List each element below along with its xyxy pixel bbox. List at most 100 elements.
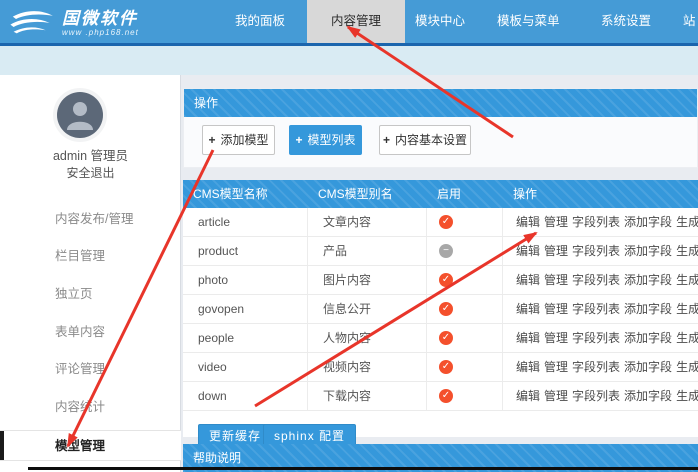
brand-logo[interactable]: 国微软件 www .php168.net [8,4,208,42]
cell-enabled: ✓ [427,266,503,294]
action-link-2[interactable]: 管理 [544,360,568,374]
op-button-3[interactable]: +内容基本设置 [379,125,471,155]
action-link-4[interactable]: 添加字段 [624,389,672,403]
action-link-3[interactable]: 字段列表 [572,215,620,229]
action-link-3[interactable]: 字段列表 [572,331,620,345]
action-link-4[interactable]: 添加字段 [624,360,672,374]
column-header-1: CMS模型名称 [183,180,308,208]
cell-actions: 编辑管理字段列表添加字段生成模板导出 [503,295,698,323]
sidebar-item-4[interactable]: 表单内容 [55,321,105,340]
action-link-2[interactable]: 管理 [544,302,568,316]
table-row: video视频内容✓编辑管理字段列表添加字段生成模板导出 [183,353,698,382]
table-row: down下载内容 ✓ 编辑管理字段列表添加字段生成模板导出 [183,382,698,411]
cell-model-name: down [183,382,308,410]
cell-enabled: − [427,237,503,265]
action-link-5[interactable]: 生成模板 [676,244,698,258]
disabled-minus-icon[interactable]: − [439,244,453,258]
nav-item-3[interactable]: 模块中心 [415,0,465,43]
nav-item-5[interactable]: 系统设置 [601,0,651,43]
cell-enabled: ✓ [427,324,503,352]
op-button-2[interactable]: +模型列表 [289,125,362,155]
action-link-1[interactable]: 编辑 [516,360,540,374]
action-link-1[interactable]: 编辑 [516,302,540,316]
action-link-4[interactable]: 添加字段 [624,244,672,258]
action-link-5[interactable]: 生成模板 [676,273,698,287]
enabled-check-icon[interactable]: ✓ [439,331,453,345]
plus-icon: + [295,133,302,147]
action-link-4[interactable]: 添加字段 [624,331,672,345]
cell-actions: 编辑管理字段列表添加字段生成模板导出 [503,266,698,294]
action-link-5[interactable]: 生成模板 [676,215,698,229]
action-link-1[interactable]: 编辑 [516,244,540,258]
op-button-label: 添加模型 [221,133,269,147]
user-name: admin 管理员 [0,145,181,164]
enabled-check-icon[interactable]: ✓ [439,273,453,287]
action-link-3[interactable]: 字段列表 [572,389,620,403]
action-link-3[interactable]: 字段列表 [572,302,620,316]
nav-item-2[interactable]: 内容管理 [307,0,405,43]
cell-model-name: govopen [183,295,308,323]
action-link-1[interactable]: 编辑 [516,215,540,229]
sidebar-item-2[interactable]: 栏目管理 [55,245,105,264]
action-link-5[interactable]: 生成模板 [676,389,698,403]
cell-model-alias: 产品 [308,237,427,265]
sidebar-item-3[interactable]: 独立页 [55,283,93,302]
cell-enabled: ✓ [427,208,503,236]
op-button-label: 内容基本设置 [395,133,467,147]
cell-model-name: video [183,353,308,381]
sidebar-item-5[interactable]: 评论管理 [55,358,105,377]
action-link-2[interactable]: 管理 [544,244,568,258]
enabled-check-icon[interactable]: ✓ [439,215,453,229]
window-bottom-edge [28,467,698,470]
column-header-2: CMS模型别名 [308,180,427,208]
enabled-check-icon[interactable]: ✓ [439,389,453,403]
action-link-5[interactable]: 生成模板 [676,331,698,345]
action-link-2[interactable]: 管理 [544,331,568,345]
action-link-5[interactable]: 生成模板 [676,360,698,374]
nav-item-4[interactable]: 模板与菜单 [497,0,560,43]
enabled-check-icon[interactable]: ✓ [439,360,453,374]
logout-link[interactable]: 安全退出 [0,164,181,181]
cell-enabled: ✓ [427,353,503,381]
action-link-3[interactable]: 字段列表 [572,273,620,287]
cell-model-name: photo [183,266,308,294]
nav-item-6[interactable]: 站 [683,0,696,43]
cell-actions: 编辑管理字段列表添加字段生成模板导出 [503,324,698,352]
table-header: CMS模型名称CMS模型别名启用操作 [183,180,698,208]
brand-subtitle: www .php168.net [62,28,139,37]
nav-item-1[interactable]: 我的面板 [235,0,285,43]
action-link-5[interactable]: 生成模板 [676,302,698,316]
sidebar-item-7[interactable]: 模型管理 [0,430,181,461]
action-link-4[interactable]: 添加字段 [624,302,672,316]
cell-actions: 编辑管理字段列表添加字段生成模板导出 [503,382,698,410]
action-link-2[interactable]: 管理 [544,389,568,403]
action-link-3[interactable]: 字段列表 [572,360,620,374]
action-link-3[interactable]: 字段列表 [572,244,620,258]
action-link-1[interactable]: 编辑 [516,389,540,403]
sidebar-item-1[interactable]: 内容发布/管理 [55,208,133,227]
operation-panel: 操作 +添加模型+模型列表+内容基本设置 [183,88,698,168]
sidebar: admin 管理员 安全退出 内容发布/管理栏目管理独立页表单内容评论管理内容统… [0,75,181,472]
action-link-2[interactable]: 管理 [544,273,568,287]
sidebar-item-6[interactable]: 内容统计 [55,396,105,415]
op-button-1[interactable]: + 添加模型 [202,125,275,155]
person-icon [57,92,103,138]
action-link-1[interactable]: 编辑 [516,273,540,287]
action-link-1[interactable]: 编辑 [516,331,540,345]
table-row: govopen信息公开 ✓ 编辑管理字段列表添加字段生成模板导出 [183,295,698,324]
table-row: photo图片内容 ✓ 编辑管理字段列表添加字段生成模板导出 [183,266,698,295]
cell-model-name: product [183,237,308,265]
action-link-2[interactable]: 管理 [544,215,568,229]
table-row: product产品−编辑管理字段列表添加字段生成模板导出 [183,237,698,266]
cell-model-alias: 图片内容 [308,266,427,294]
table-row: people人物内容✓编辑管理字段列表添加字段生成模板导出 [183,324,698,353]
action-link-4[interactable]: 添加字段 [624,215,672,229]
cell-model-alias: 下载内容 [308,382,427,410]
enabled-check-icon[interactable]: ✓ [439,302,453,316]
cell-model-alias: 信息公开 [308,295,427,323]
action-link-4[interactable]: 添加字段 [624,273,672,287]
active-indicator [0,431,4,460]
cell-actions: 编辑管理字段列表添加字段生成模板导出 [503,208,698,236]
plus-icon: + [208,133,215,147]
cell-model-alias: 文章内容 [308,208,427,236]
